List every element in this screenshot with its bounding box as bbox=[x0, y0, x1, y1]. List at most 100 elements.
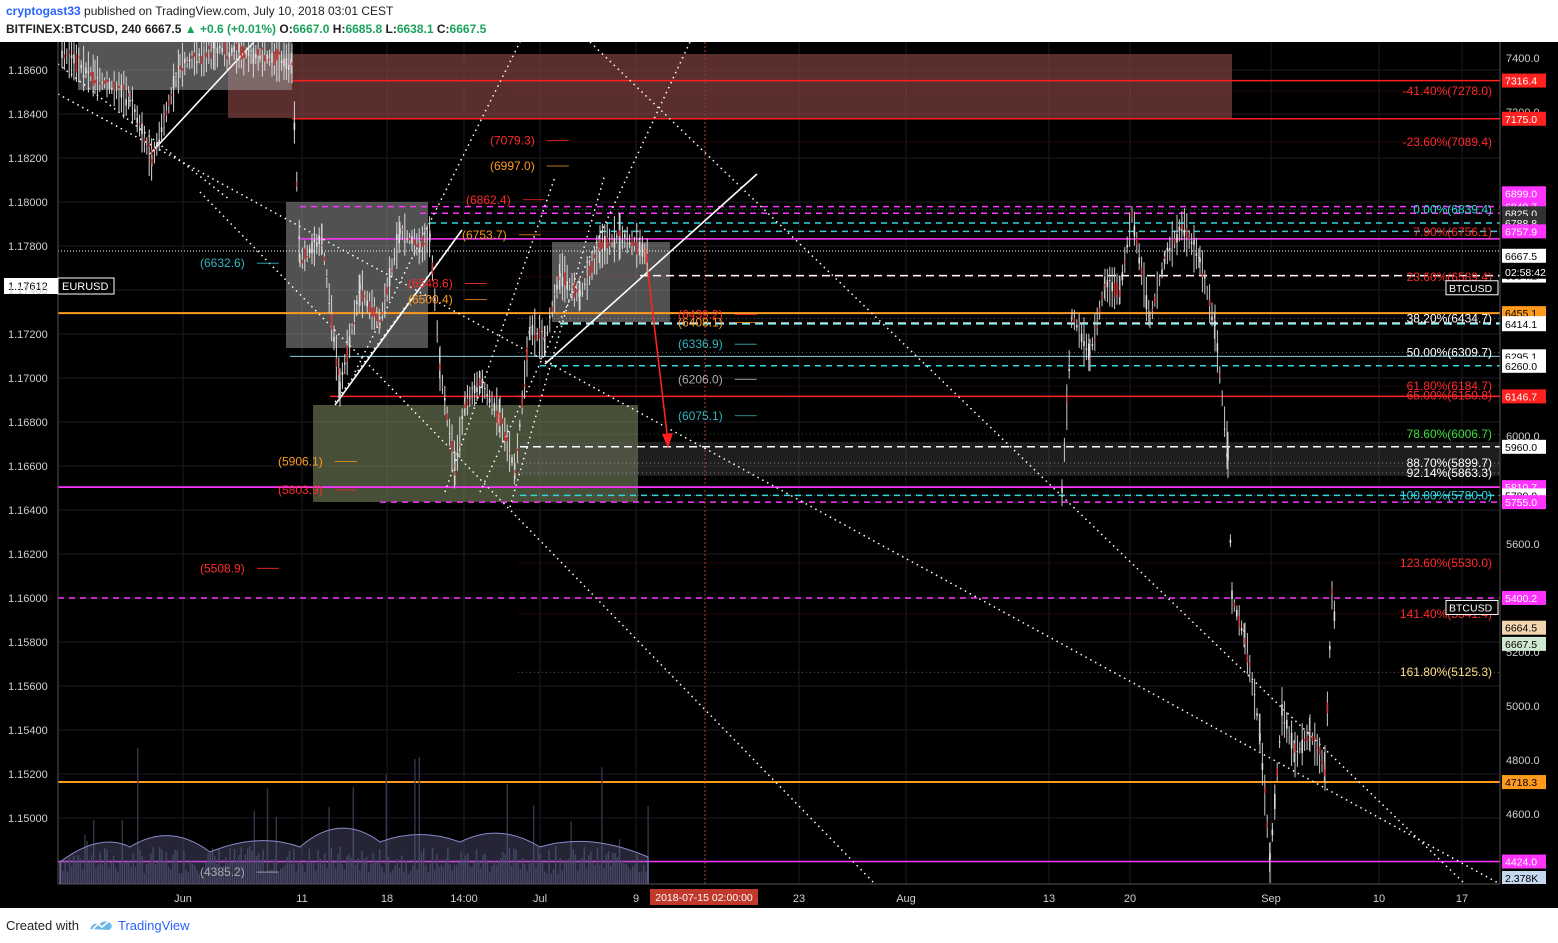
eurusd-candle bbox=[129, 100, 131, 102]
eurusd-candle bbox=[411, 235, 413, 244]
btcusd-candle bbox=[1259, 733, 1261, 741]
btcusd-candle bbox=[1283, 722, 1286, 724]
btcusd-candle bbox=[1324, 769, 1326, 777]
time-axis-tick: Sep bbox=[1261, 893, 1281, 905]
btcusd-candle bbox=[1281, 704, 1283, 716]
btcusd-candle bbox=[1169, 248, 1171, 251]
eurusd-candle bbox=[80, 64, 82, 69]
btcusd-candle bbox=[1158, 277, 1161, 279]
fib-label: 78.60%(6006.7) bbox=[1407, 427, 1492, 441]
price-annotation: (7079.3) bbox=[490, 133, 535, 147]
eurusd-candle bbox=[196, 61, 198, 64]
btcusd-candle bbox=[1193, 239, 1195, 245]
eurusd-candle bbox=[243, 46, 245, 59]
eurusd-candle bbox=[366, 300, 368, 307]
eurusd-candle bbox=[231, 47, 233, 53]
btcusd-candle bbox=[1161, 269, 1163, 275]
chart-header: cryptogast33 published on TradingView.co… bbox=[0, 0, 1558, 42]
btcusd-candle bbox=[1178, 226, 1181, 232]
eurusd-candle bbox=[549, 316, 551, 318]
price-annotation: (5803.9) bbox=[278, 483, 323, 497]
eurusd-candle bbox=[406, 238, 408, 240]
btcusd-candle bbox=[1140, 267, 1143, 276]
eurusd-candle bbox=[216, 47, 219, 53]
btcusd-candle bbox=[1171, 238, 1173, 240]
eurusd-candle bbox=[186, 61, 188, 63]
btcusd-candle bbox=[1066, 396, 1068, 403]
btcusd-candle bbox=[1249, 662, 1251, 667]
btcusd-candle bbox=[1264, 787, 1266, 794]
eurusd-candle bbox=[120, 84, 123, 98]
time-cursor-label: 2018-07-15 02:00:00 bbox=[655, 892, 753, 904]
btcusd-candle bbox=[1183, 229, 1186, 237]
left-axis-tick: 1.17000 bbox=[8, 373, 48, 385]
eurusd-candle bbox=[75, 54, 78, 73]
countdown-label: 02:58:42 bbox=[1505, 267, 1546, 279]
btcusd-candle bbox=[1240, 628, 1243, 631]
eurusd-candle bbox=[356, 300, 358, 305]
price-annotation: (6632.6) bbox=[200, 256, 245, 270]
eurusd-candle bbox=[143, 137, 146, 143]
eurusd-candle bbox=[506, 436, 508, 442]
eurusd-candle bbox=[283, 58, 285, 67]
eurusd-candle bbox=[571, 291, 573, 293]
btcusd-candle bbox=[1119, 290, 1121, 298]
last-price: 6667.5 bbox=[144, 22, 182, 36]
eurusd-candle bbox=[368, 301, 371, 313]
fib-label: 0.00%(6839.4) bbox=[1413, 202, 1492, 216]
eurusd-candle bbox=[193, 52, 196, 57]
eurusd-candle bbox=[561, 277, 564, 287]
eurusd-candle bbox=[596, 247, 598, 249]
symbol-tag-label: BTCUSD bbox=[1449, 283, 1493, 295]
btcusd-candle bbox=[1286, 719, 1288, 729]
right-axis-tick: 4800.0 bbox=[1506, 755, 1540, 767]
eurusd-candle bbox=[544, 337, 546, 339]
eurusd-candle bbox=[534, 334, 536, 340]
eurusd-candle bbox=[181, 68, 184, 71]
left-axis-tick: 1.18200 bbox=[8, 153, 48, 165]
eurusd-candle bbox=[516, 448, 519, 452]
eurusd-candle bbox=[401, 229, 404, 231]
chart-canvas[interactable]: -41.40%(7278.0) -23.60%(7089.4) 0.00%(6839… bbox=[0, 1, 1558, 908]
chart-area[interactable]: -41.40%(7278.0) -23.60%(7089.4) 0.00%(6839… bbox=[0, 1, 1558, 908]
right-axis-tick: 5600.0 bbox=[1506, 539, 1540, 551]
btcusd-candle bbox=[1251, 681, 1253, 683]
eurusd-candle bbox=[608, 242, 611, 247]
btcusd-candle bbox=[1303, 738, 1306, 742]
high-label: H: bbox=[332, 22, 346, 36]
eurusd-candle bbox=[208, 45, 210, 50]
eurusd-candle bbox=[328, 303, 330, 305]
eurusd-candle bbox=[108, 81, 111, 90]
eurusd-candle bbox=[529, 327, 531, 329]
eurusd-candle bbox=[323, 256, 326, 262]
eurusd-candle bbox=[446, 413, 448, 421]
price-tag-label: 5755.0 bbox=[1505, 497, 1537, 509]
eurusd-candle bbox=[599, 239, 601, 252]
btcusd-candle bbox=[1269, 853, 1271, 860]
btcusd-candle bbox=[1204, 276, 1206, 279]
btcusd-candle bbox=[1246, 653, 1249, 663]
eurusd-candle bbox=[221, 47, 223, 52]
price-tag-label: 6260.0 bbox=[1505, 361, 1537, 373]
price-tag-label: 6667.5 bbox=[1505, 251, 1537, 263]
low-value: 6638.1 bbox=[396, 22, 434, 36]
eurusd-candle bbox=[125, 99, 127, 106]
eurusd-candle bbox=[491, 407, 493, 409]
eurusd-candle bbox=[521, 397, 523, 408]
left-axis-tick: 1.18400 bbox=[8, 109, 48, 121]
eurusd-candle bbox=[541, 330, 543, 332]
author-link[interactable]: cryptogast33 bbox=[6, 4, 81, 18]
eurusd-candle bbox=[584, 283, 586, 285]
eurusd-candle bbox=[486, 394, 488, 396]
price-annotation: (6336.9) bbox=[678, 337, 723, 351]
btcusd-candle bbox=[1181, 224, 1183, 230]
btcusd-candle bbox=[1274, 793, 1276, 810]
btcusd-candle bbox=[1138, 257, 1140, 264]
eurusd-candle bbox=[198, 53, 200, 56]
resistance-zone bbox=[228, 54, 1232, 118]
eurusd-candle bbox=[219, 45, 221, 49]
tradingview-link[interactable]: TradingView bbox=[118, 918, 190, 933]
eurusd-candle bbox=[106, 79, 108, 83]
eurusd-candle bbox=[431, 262, 434, 275]
btcusd-candle bbox=[1236, 609, 1238, 617]
